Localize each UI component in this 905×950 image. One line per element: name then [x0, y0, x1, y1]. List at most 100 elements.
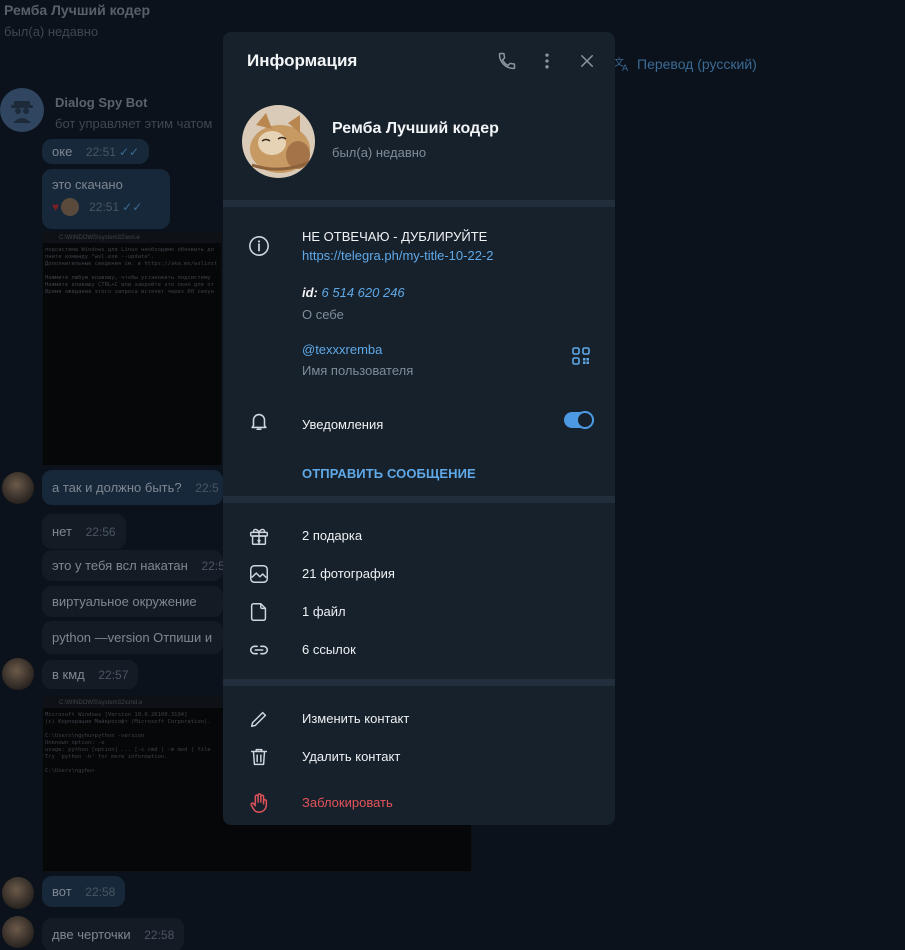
- more-button[interactable]: [535, 49, 559, 73]
- profile-avatar[interactable]: [242, 105, 315, 178]
- translate-icon: 文A: [614, 56, 629, 72]
- block-button[interactable]: Заблокировать: [223, 784, 615, 822]
- bio-link[interactable]: https://telegra.ph/my-title-10-22-2: [302, 248, 493, 263]
- file-icon: [247, 600, 271, 624]
- message-bubble[interactable]: это у тебя всл накатан 22:5: [42, 550, 225, 581]
- section-divider: [223, 679, 615, 686]
- bio-text: НЕ ОТВЕЧАЮ - ДУБЛИРУЙТЕ: [302, 229, 488, 244]
- photos-label: 21 фотография: [302, 566, 395, 581]
- gifts-row[interactable]: 2 подарка: [223, 517, 615, 555]
- delete-contact-button[interactable]: Удалить контакт: [223, 738, 615, 776]
- close-button[interactable]: [575, 49, 599, 73]
- send-message-button[interactable]: ОТПРАВИТЬ СООБЩЕНИЕ: [302, 466, 476, 481]
- message-time: 22:51: [85, 145, 116, 159]
- panel-header: Информация: [223, 32, 615, 90]
- chat-header[interactable]: Ремба Лучший кодер был(а) недавно: [4, 2, 150, 39]
- photos-row[interactable]: 21 фотография: [223, 555, 615, 593]
- user-info-panel: Информация Ремба Лучший кодер был(а) нед…: [223, 32, 615, 825]
- call-button[interactable]: [495, 49, 519, 73]
- reaction-avatar: [61, 198, 80, 216]
- screenshot-titlebar: C:\WINDOWS\system32\wsl.e: [43, 233, 221, 243]
- files-row[interactable]: 1 файл: [223, 593, 615, 631]
- message-text: а так и должно быть?: [52, 480, 182, 495]
- user-avatar[interactable]: [2, 877, 34, 909]
- user-id-row[interactable]: id: 6 514 620 246: [302, 285, 405, 300]
- username-link[interactable]: @texxxremba: [302, 342, 382, 357]
- profile-status: был(а) недавно: [332, 145, 427, 160]
- block-hand-icon: [247, 791, 271, 815]
- message-text: вот: [52, 884, 72, 899]
- message-text: python —version Отпиши и: [52, 630, 213, 645]
- message-time: 22:58: [85, 885, 116, 899]
- id-value: 6 514 620 246: [321, 285, 405, 300]
- more-vertical-icon: [545, 53, 549, 69]
- info-section: НЕ ОТВЕЧАЮ - ДУБЛИРУЙТЕ https://telegra.…: [223, 207, 615, 496]
- trash-icon: [247, 745, 271, 769]
- qr-code-icon: [572, 347, 590, 365]
- qr-code-button[interactable]: [572, 347, 592, 367]
- read-check-icon: ✓✓: [118, 145, 140, 159]
- edit-contact-button[interactable]: Изменить контакт: [223, 700, 615, 738]
- message-time: 22:51: [89, 200, 120, 214]
- message-text: две черточки: [52, 927, 131, 942]
- gifts-label: 2 подарка: [302, 528, 363, 543]
- profile-name: Ремба Лучший кодер: [332, 120, 499, 137]
- id-label: id:: [302, 285, 318, 300]
- message-time: 22:5: [195, 481, 219, 495]
- message-text: это у тебя всл накатан: [52, 558, 188, 573]
- username-label: Имя пользователя: [302, 363, 414, 378]
- contact-actions-section: Изменить контакт Удалить контакт Заблоки…: [223, 686, 615, 825]
- spy-icon: [11, 101, 33, 123]
- heart-reaction-icon: ♥: [52, 200, 60, 214]
- link-icon: [247, 638, 271, 662]
- user-avatar[interactable]: [2, 658, 34, 690]
- message-bubble[interactable]: это скачано ♥ 22:51 ✓✓: [42, 169, 170, 229]
- message-bubble[interactable]: виртуальное окружение: [42, 586, 223, 617]
- message-time: 22:57: [98, 668, 129, 682]
- notifications-label: Уведомления: [302, 417, 384, 432]
- close-icon: [581, 55, 593, 67]
- files-label: 1 файл: [302, 604, 346, 619]
- about-label: О себе: [302, 307, 344, 322]
- user-avatar[interactable]: [2, 916, 34, 948]
- message-text: в кмд: [52, 667, 85, 682]
- bell-icon: [247, 409, 271, 433]
- chat-status: был(а) недавно: [4, 24, 99, 39]
- user-avatar[interactable]: [2, 472, 34, 504]
- message-bubble[interactable]: нет 22:56: [42, 514, 126, 549]
- translate-button[interactable]: 文A Перевод (русский): [614, 56, 757, 72]
- notifications-toggle[interactable]: [564, 411, 594, 429]
- message-time: 22:56: [85, 525, 116, 539]
- bot-subtitle: бот управляет этим чатом: [55, 116, 213, 131]
- toggle-knob: [576, 411, 594, 429]
- message-text: оке: [52, 144, 73, 159]
- svg-text:A: A: [622, 64, 629, 72]
- bot-avatar[interactable]: [0, 88, 44, 132]
- message-bubble[interactable]: python —version Отпиши и: [42, 621, 223, 654]
- chat-title: Ремба Лучший кодер: [4, 2, 151, 18]
- translate-label: Перевод (русский): [637, 56, 757, 72]
- gift-icon: [247, 524, 271, 548]
- message-bubble[interactable]: а так и должно быть? 22:5: [42, 470, 223, 505]
- message-bubble[interactable]: две черточки 22:58: [42, 918, 185, 950]
- read-check-icon: ✓✓: [122, 200, 143, 214]
- message-bubble[interactable]: оке 22:51 ✓✓: [42, 139, 150, 164]
- screenshot-text: подсистема Windows для Linux необходимо …: [45, 247, 218, 295]
- shared-media-section: 2 подарка 21 фотография 1 файл 6 ссылок: [223, 503, 615, 679]
- delete-contact-label: Удалить контакт: [302, 749, 401, 764]
- message-text: виртуальное окружение: [52, 594, 197, 609]
- photo-icon: [247, 562, 271, 586]
- message-bubble[interactable]: вот 22:58: [42, 876, 126, 907]
- message-time: 22:5: [201, 559, 225, 573]
- links-label: 6 ссылок: [302, 642, 356, 657]
- message-time: 22:58: [144, 928, 175, 942]
- section-divider: [223, 496, 615, 503]
- block-label: Заблокировать: [302, 795, 393, 810]
- message-bubble[interactable]: в кмд 22:57: [42, 660, 139, 689]
- screenshot-image[interactable]: C:\WINDOWS\system32\wsl.e подсистема Win…: [42, 232, 222, 466]
- panel-title: Информация: [247, 51, 358, 70]
- pencil-icon: [247, 707, 271, 731]
- edit-contact-label: Изменить контакт: [302, 711, 410, 726]
- links-row[interactable]: 6 ссылок: [223, 631, 615, 669]
- message-text: нет: [52, 524, 72, 539]
